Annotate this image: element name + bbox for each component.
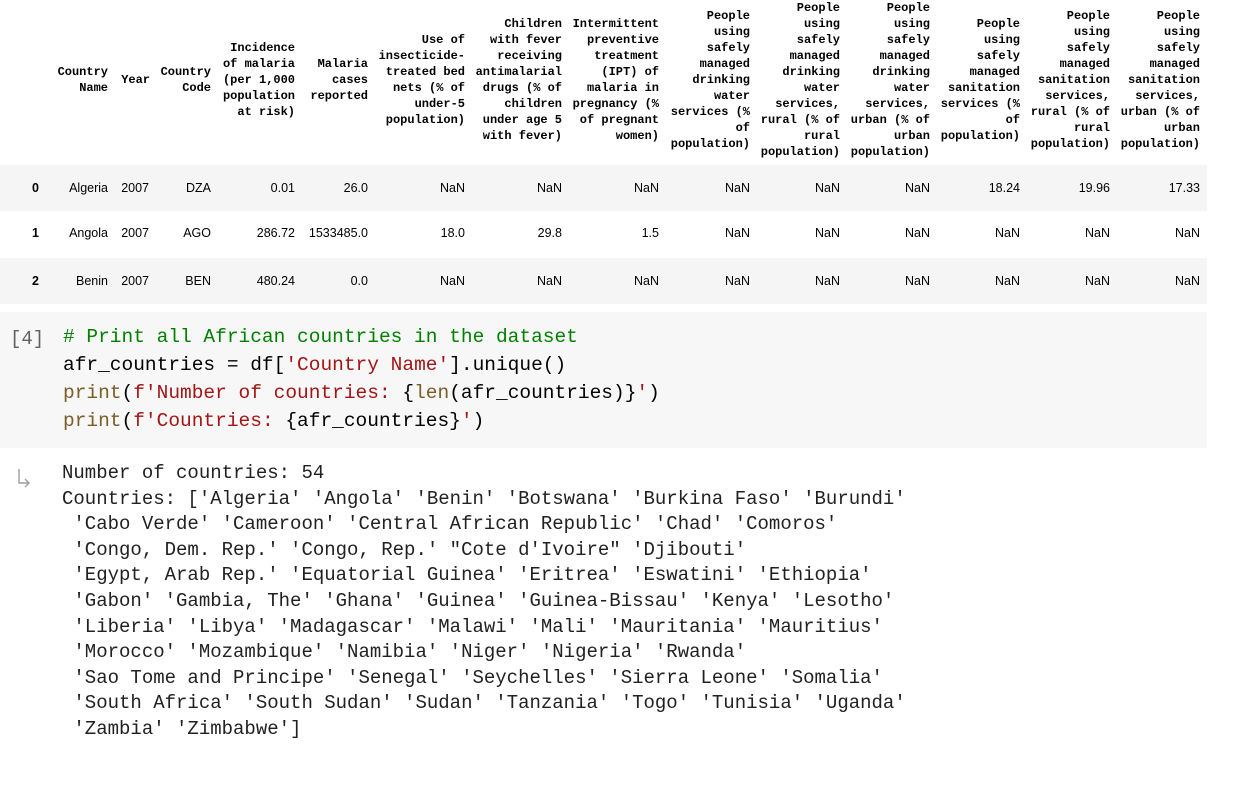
cell-drinking-water: NaN [724, 181, 750, 195]
header-drinking-water: People using safely managed drinking wat… [670, 9, 750, 151]
code-builtin: print [63, 382, 122, 404]
cell-year: 2007 [121, 274, 149, 288]
cell-malaria-cases: 1533485.0 [308, 226, 368, 240]
header-bed-nets: Use of insecticide- treated bed nets (% … [378, 33, 465, 127]
cell-incidence: 286.72 [256, 226, 295, 240]
cell-antimalarial-drugs: 29.8 [537, 226, 562, 240]
header-malaria-cases: Malaria cases reported [310, 57, 368, 103]
code-builtin: print [63, 410, 122, 432]
code-text: { [402, 382, 415, 404]
cell-sanitation-urban: NaN [1174, 274, 1200, 288]
code-comment: # Print all African countries in the dat… [63, 326, 578, 348]
cell-drinking-water: NaN [724, 226, 750, 240]
code-text: ].unique() [449, 354, 567, 376]
dataframe-output: Country Name Year Country Code Incidence… [0, 0, 1207, 308]
cell-sanitation: 18.24 [988, 181, 1020, 195]
code-text: afr_countries = df[ [63, 354, 286, 376]
code-editor[interactable]: # Print all African countries in the dat… [63, 323, 660, 435]
cell-country-code: DZA [186, 181, 211, 195]
cell-drinking-water-rural: NaN [814, 226, 840, 240]
cell-malaria-cases: 0.0 [350, 274, 368, 288]
code-text: ) [472, 410, 485, 432]
cell-country-name: Angola [69, 226, 108, 240]
cell-sanitation: NaN [994, 274, 1020, 288]
cell-sanitation-rural: 19.96 [1078, 181, 1110, 195]
code-text: ( [121, 410, 134, 432]
cell-antimalarial-drugs: NaN [536, 274, 562, 288]
cell-sanitation-rural: NaN [1084, 226, 1110, 240]
cell-country-code: AGO [183, 226, 211, 240]
cell-country-name: Algeria [69, 181, 108, 195]
header-index [10, 0, 40, 160]
cell-drinking-water-rural: NaN [814, 274, 840, 288]
output-arrow-icon[interactable] [16, 466, 38, 488]
cell-bed-nets: NaN [439, 274, 465, 288]
cell-drinking-water-rural: NaN [814, 181, 840, 195]
table-row: 0 Algeria 2007 DZA 0.01 26.0 NaN NaN NaN… [0, 165, 1207, 211]
code-text: {afr_countries} [285, 410, 461, 432]
code-string: ' [460, 410, 473, 432]
cell-drinking-water-urban: NaN [904, 181, 930, 195]
header-antimalarial-drugs: Children with fever receiving antimalari… [475, 17, 562, 143]
code-text: (afr_countries)} [449, 382, 637, 404]
cell-antimalarial-drugs: NaN [536, 181, 562, 195]
code-string: 'Country Name' [285, 354, 450, 376]
code-string: f'Number of countries: [133, 382, 403, 404]
code-string: f'Countries: [133, 410, 286, 432]
header-country-code: Country Code [160, 65, 211, 95]
cell-year: 2007 [121, 181, 149, 195]
cell-country-code: BEN [185, 274, 211, 288]
header-drinking-water-rural: People using safely managed drinking wat… [760, 1, 840, 159]
cell-drinking-water-urban: NaN [904, 274, 930, 288]
header-sanitation: People using safely managed sanitation s… [940, 17, 1020, 143]
cell-sanitation: NaN [994, 226, 1020, 240]
cell-ipt: 1.5 [641, 226, 659, 240]
cell-incidence: 0.01 [270, 181, 295, 195]
dataframe-header: Country Name Year Country Code Incidence… [0, 0, 1207, 165]
table-row: 1 Angola 2007 AGO 286.72 1533485.0 18.0 … [0, 210, 1207, 256]
cell-output-text: Number of countries: 54 Countries: ['Alg… [62, 462, 906, 740]
header-drinking-water-urban: People using safely managed drinking wat… [850, 1, 930, 159]
cell-drinking-water-urban: NaN [904, 226, 930, 240]
header-sanitation-rural: People using safely managed sanitation s… [1030, 9, 1110, 151]
code-cell[interactable]: [4] # Print all African countries in the… [0, 312, 1207, 448]
cell-year: 2007 [121, 226, 149, 240]
code-text: ) [648, 382, 660, 404]
cell-malaria-cases: 26.0 [343, 181, 368, 195]
code-builtin: len [414, 382, 450, 404]
cell-ipt: NaN [633, 181, 659, 195]
table-row: 2 Benin 2007 BEN 480.24 0.0 NaN NaN NaN … [0, 258, 1207, 304]
cell-sanitation-urban: 17.33 [1168, 181, 1200, 195]
cell-sanitation-rural: NaN [1084, 274, 1110, 288]
cell-country-name: Benin [76, 274, 108, 288]
cell-bed-nets: NaN [439, 181, 465, 195]
header-country-name: Country Name [57, 65, 108, 95]
cell-drinking-water: NaN [724, 274, 750, 288]
header-incidence: Incidence of malaria (per 1,000 populati… [222, 41, 295, 119]
cell-sanitation-urban: NaN [1174, 226, 1200, 240]
code-string: ' [636, 382, 649, 404]
code-text: ( [121, 382, 134, 404]
header-year: Year [121, 73, 150, 87]
cell-incidence: 480.24 [256, 274, 295, 288]
header-ipt: Intermittent preventive treatment (IPT) … [572, 17, 659, 143]
cell-bed-nets: 18.0 [440, 226, 465, 240]
cell-ipt: NaN [633, 274, 659, 288]
header-sanitation-urban: People using safely managed sanitation s… [1120, 9, 1200, 151]
execution-count: [4] [10, 328, 45, 350]
